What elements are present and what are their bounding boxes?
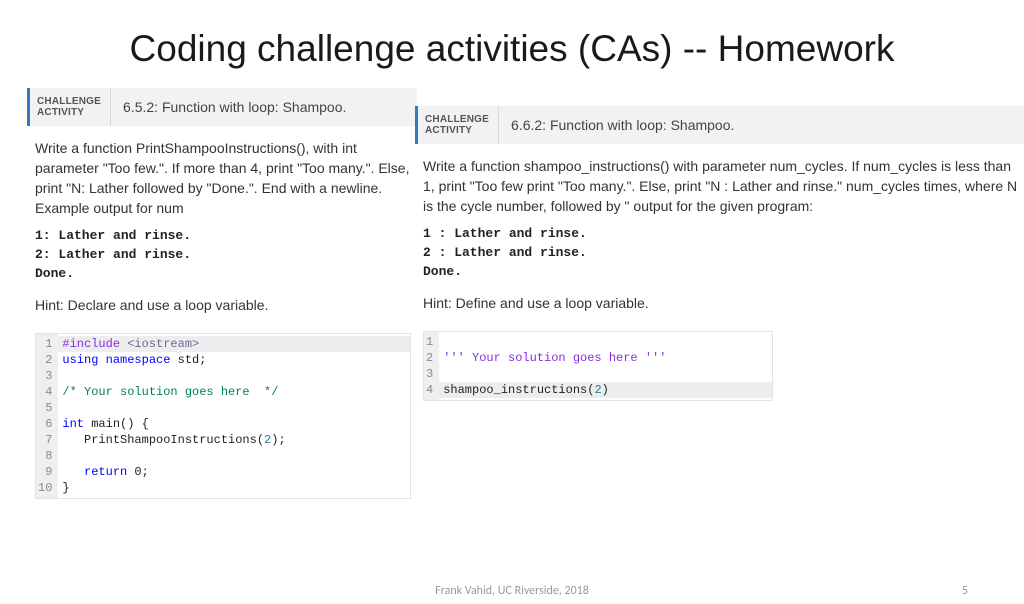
panel-header-title: 6.6.2: Function with loop: Shampoo. bbox=[499, 106, 734, 144]
code-token bbox=[62, 465, 84, 479]
challenge-badge: CHALLENGE ACTIVITY bbox=[30, 88, 111, 126]
code-editor[interactable]: 12345 678910 #include <iostream> using n… bbox=[35, 333, 411, 499]
code-token: #include bbox=[62, 337, 120, 351]
page-number: 5 bbox=[962, 584, 968, 598]
code-editor[interactable]: 1234 ''' Your solution goes here ''' sha… bbox=[423, 331, 773, 401]
code-lines[interactable]: ''' Your solution goes here ''' shampoo_… bbox=[439, 332, 772, 400]
code-token: std; bbox=[170, 353, 206, 367]
line-gutter: 1234 bbox=[424, 332, 439, 400]
slide-title: Coding challenge activities (CAs) -- Hom… bbox=[0, 28, 1024, 70]
code-token: int bbox=[62, 417, 84, 431]
code-token: 0; bbox=[127, 465, 149, 479]
panels-container: CHALLENGE ACTIVITY 6.5.2: Function with … bbox=[0, 88, 1024, 528]
hint-text: Hint: Define and use a loop variable. bbox=[423, 295, 1019, 311]
code-token: <iostream> bbox=[120, 337, 199, 351]
example-output: 1 : Lather and rinse. 2 : Lather and rin… bbox=[423, 224, 1019, 281]
output-line: 1 : Lather and rinse. bbox=[423, 224, 1019, 243]
output-line: 1: Lather and rinse. bbox=[35, 226, 411, 245]
panel-header: CHALLENGE ACTIVITY 6.6.2: Function with … bbox=[415, 106, 1024, 144]
output-line: 2 : Lather and rinse. bbox=[423, 243, 1019, 262]
challenge-badge: CHALLENGE ACTIVITY bbox=[418, 106, 499, 144]
code-token: } bbox=[62, 481, 69, 495]
badge-line-1: CHALLENGE bbox=[37, 96, 101, 107]
code-token: ''' Your solution goes here ''' bbox=[443, 351, 666, 365]
badge-line-1: CHALLENGE bbox=[425, 114, 489, 125]
panel-header: CHALLENGE ACTIVITY 6.5.2: Function with … bbox=[27, 88, 417, 126]
badge-line-2: ACTIVITY bbox=[37, 107, 101, 118]
prompt-text: Write a function shampoo_instructions() … bbox=[423, 156, 1019, 216]
line-gutter: 12345 678910 bbox=[36, 334, 58, 498]
code-token: /* Your solution goes here */ bbox=[62, 385, 278, 399]
code-token: ) bbox=[602, 383, 609, 397]
hint-text: Hint: Declare and use a loop variable. bbox=[35, 297, 411, 313]
code-token: main() { bbox=[84, 417, 149, 431]
challenge-panel-left: CHALLENGE ACTIVITY 6.5.2: Function with … bbox=[27, 88, 417, 503]
badge-line-2: ACTIVITY bbox=[425, 125, 489, 136]
panel-body: Write a function shampoo_instructions() … bbox=[415, 144, 1024, 405]
panel-body: Write a function PrintShampooInstruction… bbox=[27, 126, 417, 503]
code-token: namespace bbox=[98, 353, 170, 367]
output-line: Done. bbox=[35, 264, 411, 283]
example-output: 1: Lather and rinse. 2: Lather and rinse… bbox=[35, 226, 411, 283]
output-line: Done. bbox=[423, 262, 1019, 281]
code-lines[interactable]: #include <iostream> using namespace std;… bbox=[58, 334, 410, 498]
prompt-text: Write a function PrintShampooInstruction… bbox=[35, 138, 411, 218]
panel-header-title: 6.5.2: Function with loop: Shampoo. bbox=[111, 88, 346, 126]
code-token: PrintShampooInstructions( bbox=[62, 433, 264, 447]
code-token: return bbox=[84, 465, 127, 479]
code-token: ); bbox=[271, 433, 285, 447]
code-token: 2 bbox=[594, 383, 601, 397]
code-token: shampoo_instructions( bbox=[443, 383, 594, 397]
code-token: using bbox=[62, 353, 98, 367]
footer-text: Frank Vahid, UC Riverside, 2018 bbox=[0, 584, 1024, 598]
challenge-panel-right: CHALLENGE ACTIVITY 6.6.2: Function with … bbox=[415, 106, 1024, 405]
output-line: 2: Lather and rinse. bbox=[35, 245, 411, 264]
